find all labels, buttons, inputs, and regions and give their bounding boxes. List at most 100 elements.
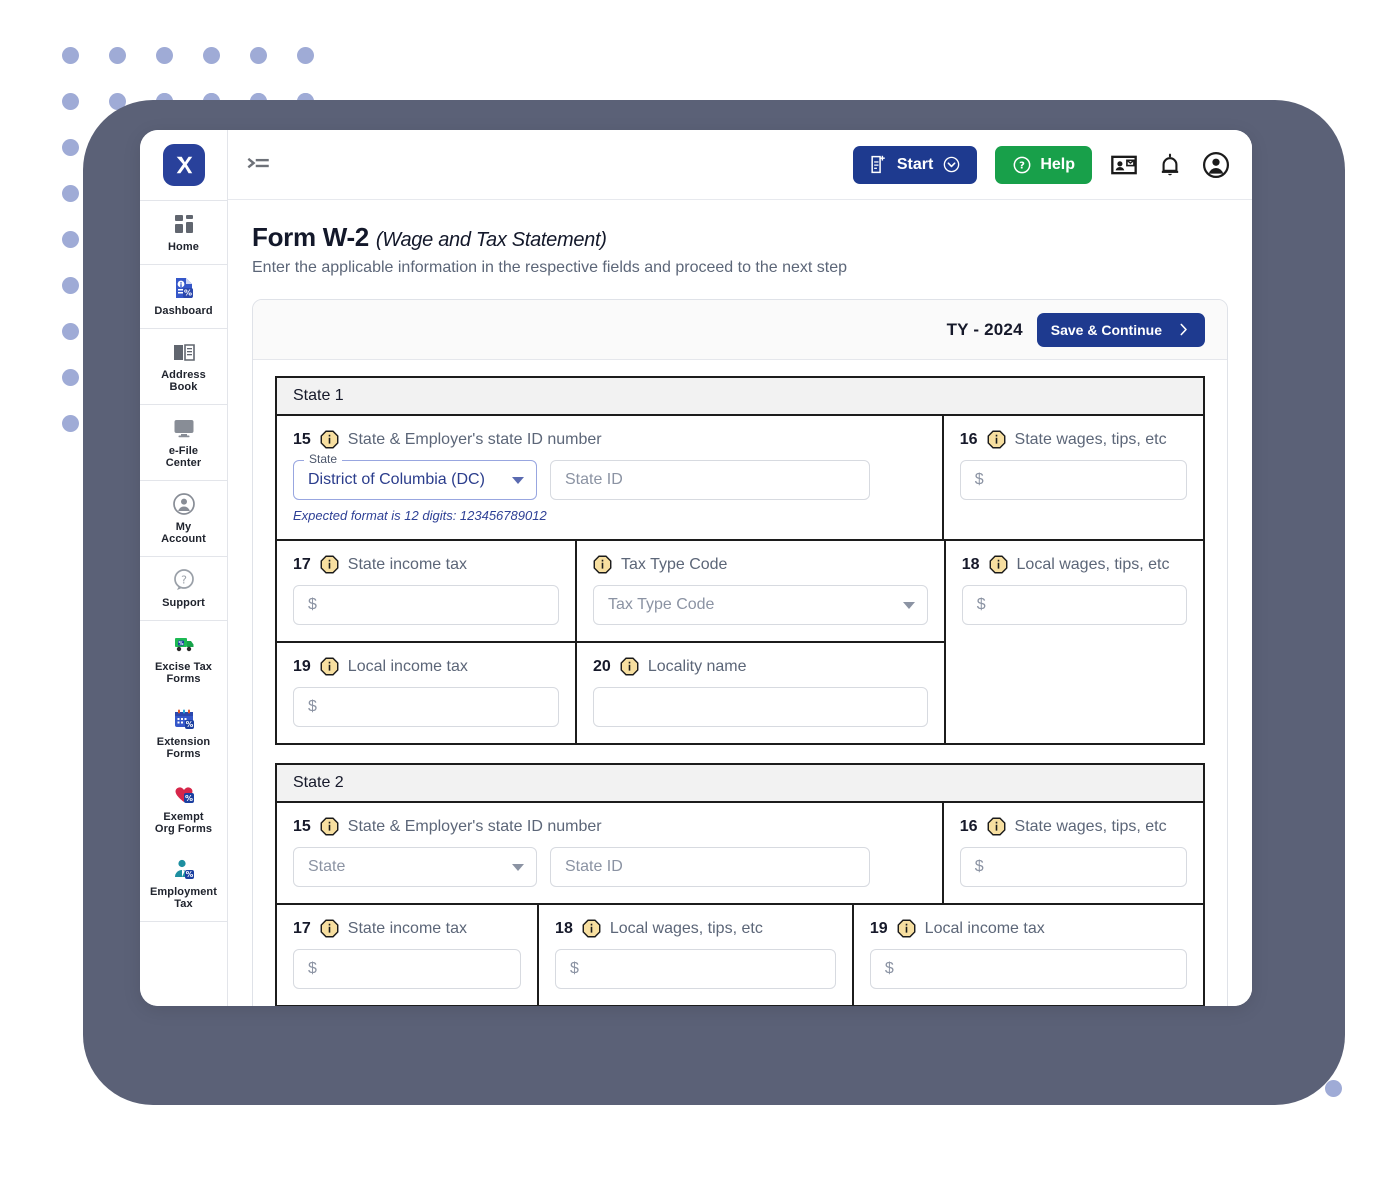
info-icon[interactable]: [987, 817, 1006, 836]
state-income-tax-input-1[interactable]: $: [293, 585, 560, 625]
state-select-2[interactable]: State: [293, 847, 537, 887]
field-number: 17: [293, 919, 311, 937]
help-button[interactable]: ? Help: [995, 145, 1092, 184]
account-circle-icon[interactable]: [1202, 151, 1230, 179]
state1-subrow-19-20: 19 Local income tax $ 20 Locality name: [277, 643, 944, 743]
state-id-input-2[interactable]: State ID: [550, 847, 870, 887]
money-placeholder: $: [308, 596, 317, 613]
info-icon[interactable]: [582, 919, 601, 938]
field-label-row: Tax Type Code: [593, 555, 928, 574]
save-and-continue-button[interactable]: Save & Continue: [1036, 312, 1205, 347]
question-bubble-icon: ?: [173, 569, 194, 590]
field-number: 17: [293, 555, 311, 573]
menu-expand-icon[interactable]: [246, 152, 272, 178]
field-label: Locality name: [647, 657, 747, 675]
page-title: Form W-2 (Wage and Tax Statement): [252, 222, 1228, 253]
tax-year-label: TY - 2024: [946, 319, 1023, 339]
field-number: 19: [293, 657, 311, 675]
field-label: Tax Type Code: [621, 555, 728, 573]
info-icon[interactable]: [989, 555, 1008, 574]
state-id-input-1[interactable]: State ID: [550, 460, 870, 500]
new-document-icon: [871, 155, 885, 174]
field-17-state-income-tax-2: 17 State income tax $: [277, 905, 540, 1005]
person-badge-icon: %: [174, 859, 194, 879]
local-wages-input-2[interactable]: $: [555, 949, 836, 989]
chevron-down-icon: [512, 863, 524, 871]
info-icon[interactable]: [320, 817, 339, 836]
state-block-1: State 1 15 State & Employer's state ID n…: [275, 376, 1205, 745]
info-icon[interactable]: [320, 555, 339, 574]
tax-type-code-select[interactable]: Tax Type Code: [593, 585, 928, 625]
info-icon[interactable]: [320, 919, 339, 938]
sidebar-item-my-account[interactable]: My Account: [140, 481, 227, 556]
field-label-row: 19 Local income tax: [870, 919, 1187, 938]
info-icon[interactable]: [620, 657, 639, 676]
sidebar-item-label: Excise Tax Forms: [154, 661, 213, 685]
page-title-main: Form W-2: [252, 222, 369, 252]
sidebar-item-label: Employment Tax: [149, 886, 217, 910]
help-circle-icon: ?: [1013, 156, 1031, 173]
field-label: State wages, tips, etc: [1014, 817, 1167, 835]
topbar: Start ? Help: [228, 130, 1252, 200]
sidebar-item-dashboard[interactable]: % Dashboard: [140, 265, 227, 328]
sidebar-item-home[interactable]: Home: [140, 201, 227, 264]
info-icon[interactable]: [987, 430, 1006, 449]
info-icon[interactable]: [897, 919, 916, 938]
field-label-row: 18 Local wages, tips, etc: [962, 555, 1187, 574]
field-18-local-wages-2: 18 Local wages, tips, etc $: [539, 905, 854, 1005]
main-area: Start ? Help Form W-2 (Wage and Tax Stat…: [228, 130, 1252, 1006]
field-number: 18: [555, 919, 573, 937]
money-placeholder: $: [974, 858, 984, 875]
sidebar-divider: [140, 921, 227, 922]
local-income-tax-input-2[interactable]: $: [869, 949, 1187, 989]
svg-text:%: %: [185, 720, 193, 729]
field-label-row: 17 State income tax: [293, 555, 559, 574]
state-wages-input-2[interactable]: $: [959, 847, 1187, 887]
sidebar-item-efile-center[interactable]: e-File Center: [140, 405, 227, 480]
sidebar-item-label: Home: [168, 241, 199, 253]
sidebar-item-excise-tax-forms[interactable]: % Excise Tax Forms: [140, 621, 227, 696]
help-button-label: Help: [1040, 155, 1075, 173]
contact-card-icon[interactable]: [1110, 151, 1138, 179]
field-number: 16: [959, 817, 978, 835]
logo-x-icon: [176, 156, 192, 174]
chevron-down-icon: [512, 476, 524, 484]
sidebar-item-employment-tax[interactable]: % Employment Tax: [140, 846, 227, 921]
heart-icon: %: [175, 787, 194, 803]
money-placeholder: $: [570, 960, 579, 977]
save-button-label: Save & Continue: [1050, 321, 1162, 338]
page-description: Enter the applicable information in the …: [252, 259, 848, 276]
sidebar-item-address-book[interactable]: Address Book: [140, 329, 227, 404]
field-18-local-wages: 18 Local wages, tips, etc $: [943, 541, 1203, 743]
svg-text:?: ?: [181, 574, 187, 587]
start-button[interactable]: Start: [852, 145, 978, 184]
local-wages-input-1[interactable]: $: [961, 585, 1187, 625]
sidebar-item-support[interactable]: ? Support: [140, 557, 227, 620]
sidebar-item-label: Exempt Org Forms: [154, 811, 213, 835]
sidebar-item-exempt-org-forms[interactable]: % Exempt Org Forms: [140, 771, 227, 846]
brand-logo[interactable]: [162, 144, 205, 186]
field-label: Local wages, tips, etc: [609, 919, 763, 937]
sidebar-item-extension-forms[interactable]: % Extension Forms: [140, 696, 227, 771]
state-select-1[interactable]: State District of Columbia (DC): [293, 452, 537, 500]
bell-icon[interactable]: [1156, 151, 1184, 179]
sidebar-item-label: Address Book: [161, 369, 206, 393]
state-wages-input-1[interactable]: $: [959, 460, 1187, 500]
tax-type-code-value: Tax Type Code: [608, 596, 715, 613]
state-block-title: State 1: [277, 378, 1203, 416]
state-block-title: State 2: [277, 765, 1203, 803]
field-label-row: 17 State income tax: [293, 919, 521, 938]
field-label-row: 15 State & Employer's state ID number: [293, 430, 926, 449]
locality-name-input-1[interactable]: [593, 687, 928, 727]
info-icon[interactable]: [593, 555, 612, 574]
field-label: State income tax: [347, 555, 467, 573]
state-income-tax-input-2[interactable]: $: [293, 949, 522, 989]
svg-text:%: %: [183, 289, 191, 298]
chevron-down-icon: [944, 156, 960, 173]
info-icon[interactable]: [320, 657, 339, 676]
info-icon[interactable]: [320, 430, 339, 449]
field-17-state-income-tax: 17 State income tax $: [277, 541, 578, 641]
sidebar: Home % Dashboard Address Book e-File Cen…: [140, 130, 228, 1006]
local-income-tax-input-1[interactable]: $: [293, 687, 560, 727]
field-label: State & Employer's state ID number: [347, 817, 602, 835]
